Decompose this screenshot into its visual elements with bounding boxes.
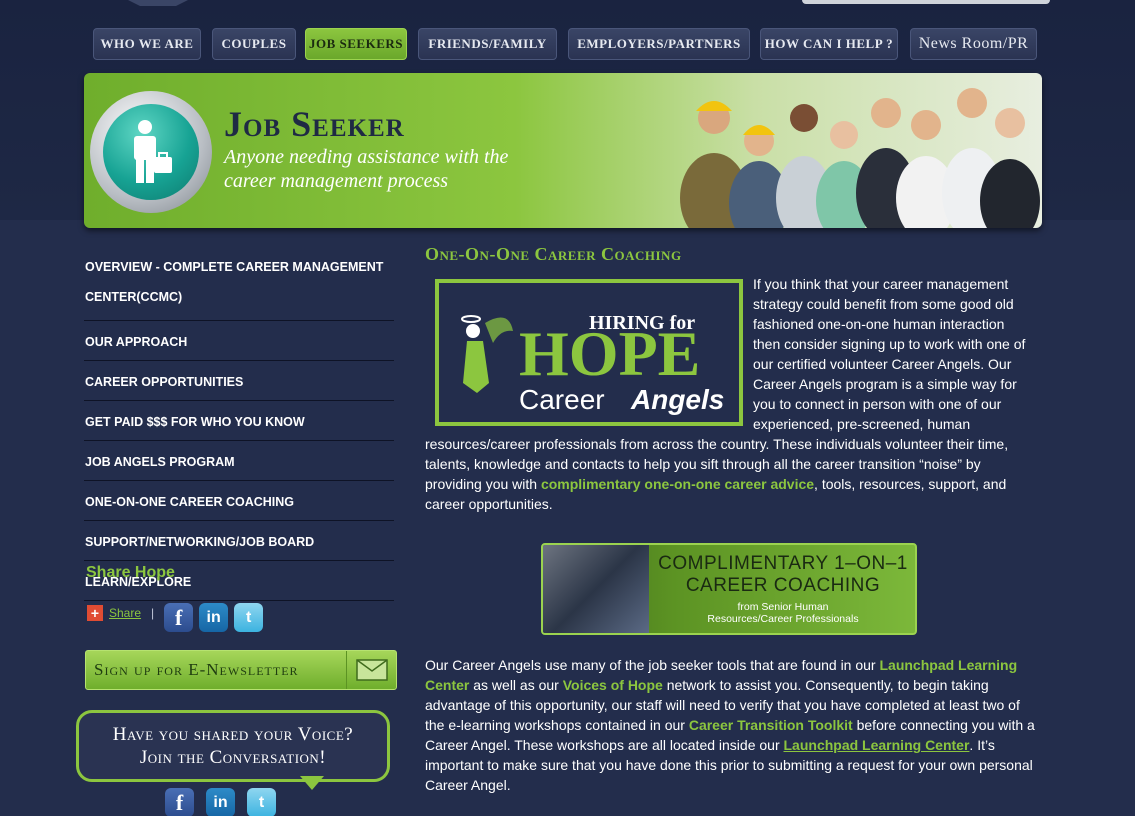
mail-icon <box>346 651 396 689</box>
coaching-banner-subtitle: from Senior Human Resources/Career Profe… <box>707 601 859 625</box>
hiring-for-hope-logo: HIRING for HOPE Career Angels <box>435 279 743 426</box>
linkedin-icon[interactable]: in <box>199 603 229 632</box>
workers-group-photo <box>680 88 1040 228</box>
bubble-tail <box>300 776 324 790</box>
sidebar-item-get-paid[interactable]: GET PAID $$$ FOR WHO YOU KNOW <box>84 401 394 441</box>
logo-career: Career <box>519 384 605 415</box>
sidebar-item-our-approach[interactable]: OUR APPROACH <box>84 321 394 361</box>
sidebar-item-support-networking[interactable]: SUPPORT/NETWORKING/JOB BOARD <box>84 521 394 561</box>
coaching-banner-title: COMPLIMENTARY 1–ON–1 CAREER COACHING <box>658 553 908 596</box>
voices-of-hope-link[interactable]: Voices of Hope <box>563 677 663 693</box>
complimentary-advice-highlight: complimentary one-on-one career advice <box>540 476 815 492</box>
share-separator: | <box>151 605 155 620</box>
linkedin-icon[interactable]: in <box>206 788 235 816</box>
launchpad-learning-center-link-2[interactable]: Launchpad Learning Center <box>784 737 970 753</box>
twitter-icon[interactable]: t <box>234 603 264 632</box>
logo-hope: HOPE <box>519 318 700 389</box>
plus-icon[interactable]: + <box>87 604 103 621</box>
nav-who-we-are[interactable]: WHO WE ARE <box>93 28 201 60</box>
nav-job-seekers[interactable]: JOB SEEKERS <box>305 28 407 60</box>
share-row: + Share | f in t <box>87 593 264 632</box>
nav-how-can-i-help[interactable]: HOW CAN I HELP ? <box>760 28 898 60</box>
nav-news-room[interactable]: News Room/PR <box>910 28 1037 60</box>
search-box[interactable] <box>802 0 1050 4</box>
bottom-social-icons: f in t <box>165 788 276 816</box>
bubble-line-1: Have you shared your Voice? <box>112 724 354 745</box>
details-paragraph: Our Career Angels use many of the job se… <box>425 657 1035 793</box>
main-nav: WHO WE ARE COUPLES JOB SEEKERS FRIENDS/F… <box>0 28 1135 60</box>
coaching-photo <box>543 545 649 633</box>
career-transition-toolkit-link[interactable]: Career Transition Toolkit <box>689 717 853 733</box>
hero-banner: Job Seeker Anyone needing assistance wit… <box>84 73 1042 228</box>
complimentary-coaching-banner[interactable]: COMPLIMENTARY 1–ON–1 CAREER COACHING fro… <box>541 543 917 635</box>
logo-angels: Angels <box>630 384 724 415</box>
banner-subtitle: Anyone needing assistance with the caree… <box>224 146 509 192</box>
twitter-icon[interactable]: t <box>247 788 276 816</box>
job-seeker-badge <box>90 91 212 213</box>
facebook-icon[interactable]: f <box>165 788 194 816</box>
share-hope-heading: Share Hope <box>86 564 175 581</box>
share-link[interactable]: Share <box>109 606 141 620</box>
nav-friends-family[interactable]: FRIENDS/FAMILY <box>418 28 557 60</box>
voice-conversation-bubble[interactable]: Have you shared your Voice? Join the Con… <box>76 710 390 782</box>
sidebar-nav: OVERVIEW - COMPLETE CAREER MANAGEMENT CE… <box>84 246 394 601</box>
newsletter-label: Sign up for E-Newsletter <box>94 660 299 679</box>
bubble-line-2: Join the Conversation! <box>139 747 327 768</box>
sidebar-item-overview[interactable]: OVERVIEW - COMPLETE CAREER MANAGEMENT CE… <box>84 246 394 321</box>
facebook-icon[interactable]: f <box>164 603 194 632</box>
nav-employers-partners[interactable]: EMPLOYERS/PARTNERS <box>568 28 750 60</box>
sidebar-item-job-angels[interactable]: JOB ANGELS PROGRAM <box>84 441 394 481</box>
banner-title: Job Seeker <box>224 104 405 144</box>
sidebar-item-career-opportunities[interactable]: CAREER OPPORTUNITIES <box>84 361 394 401</box>
newsletter-signup-button[interactable]: Sign up for E-Newsletter <box>85 650 397 690</box>
page-title: One-On-One Career Coaching <box>425 244 682 264</box>
briefcase-person-icon <box>134 120 172 183</box>
nav-couples[interactable]: COUPLES <box>212 28 296 60</box>
sidebar-item-one-on-one[interactable]: ONE-ON-ONE CAREER COACHING <box>84 481 394 521</box>
